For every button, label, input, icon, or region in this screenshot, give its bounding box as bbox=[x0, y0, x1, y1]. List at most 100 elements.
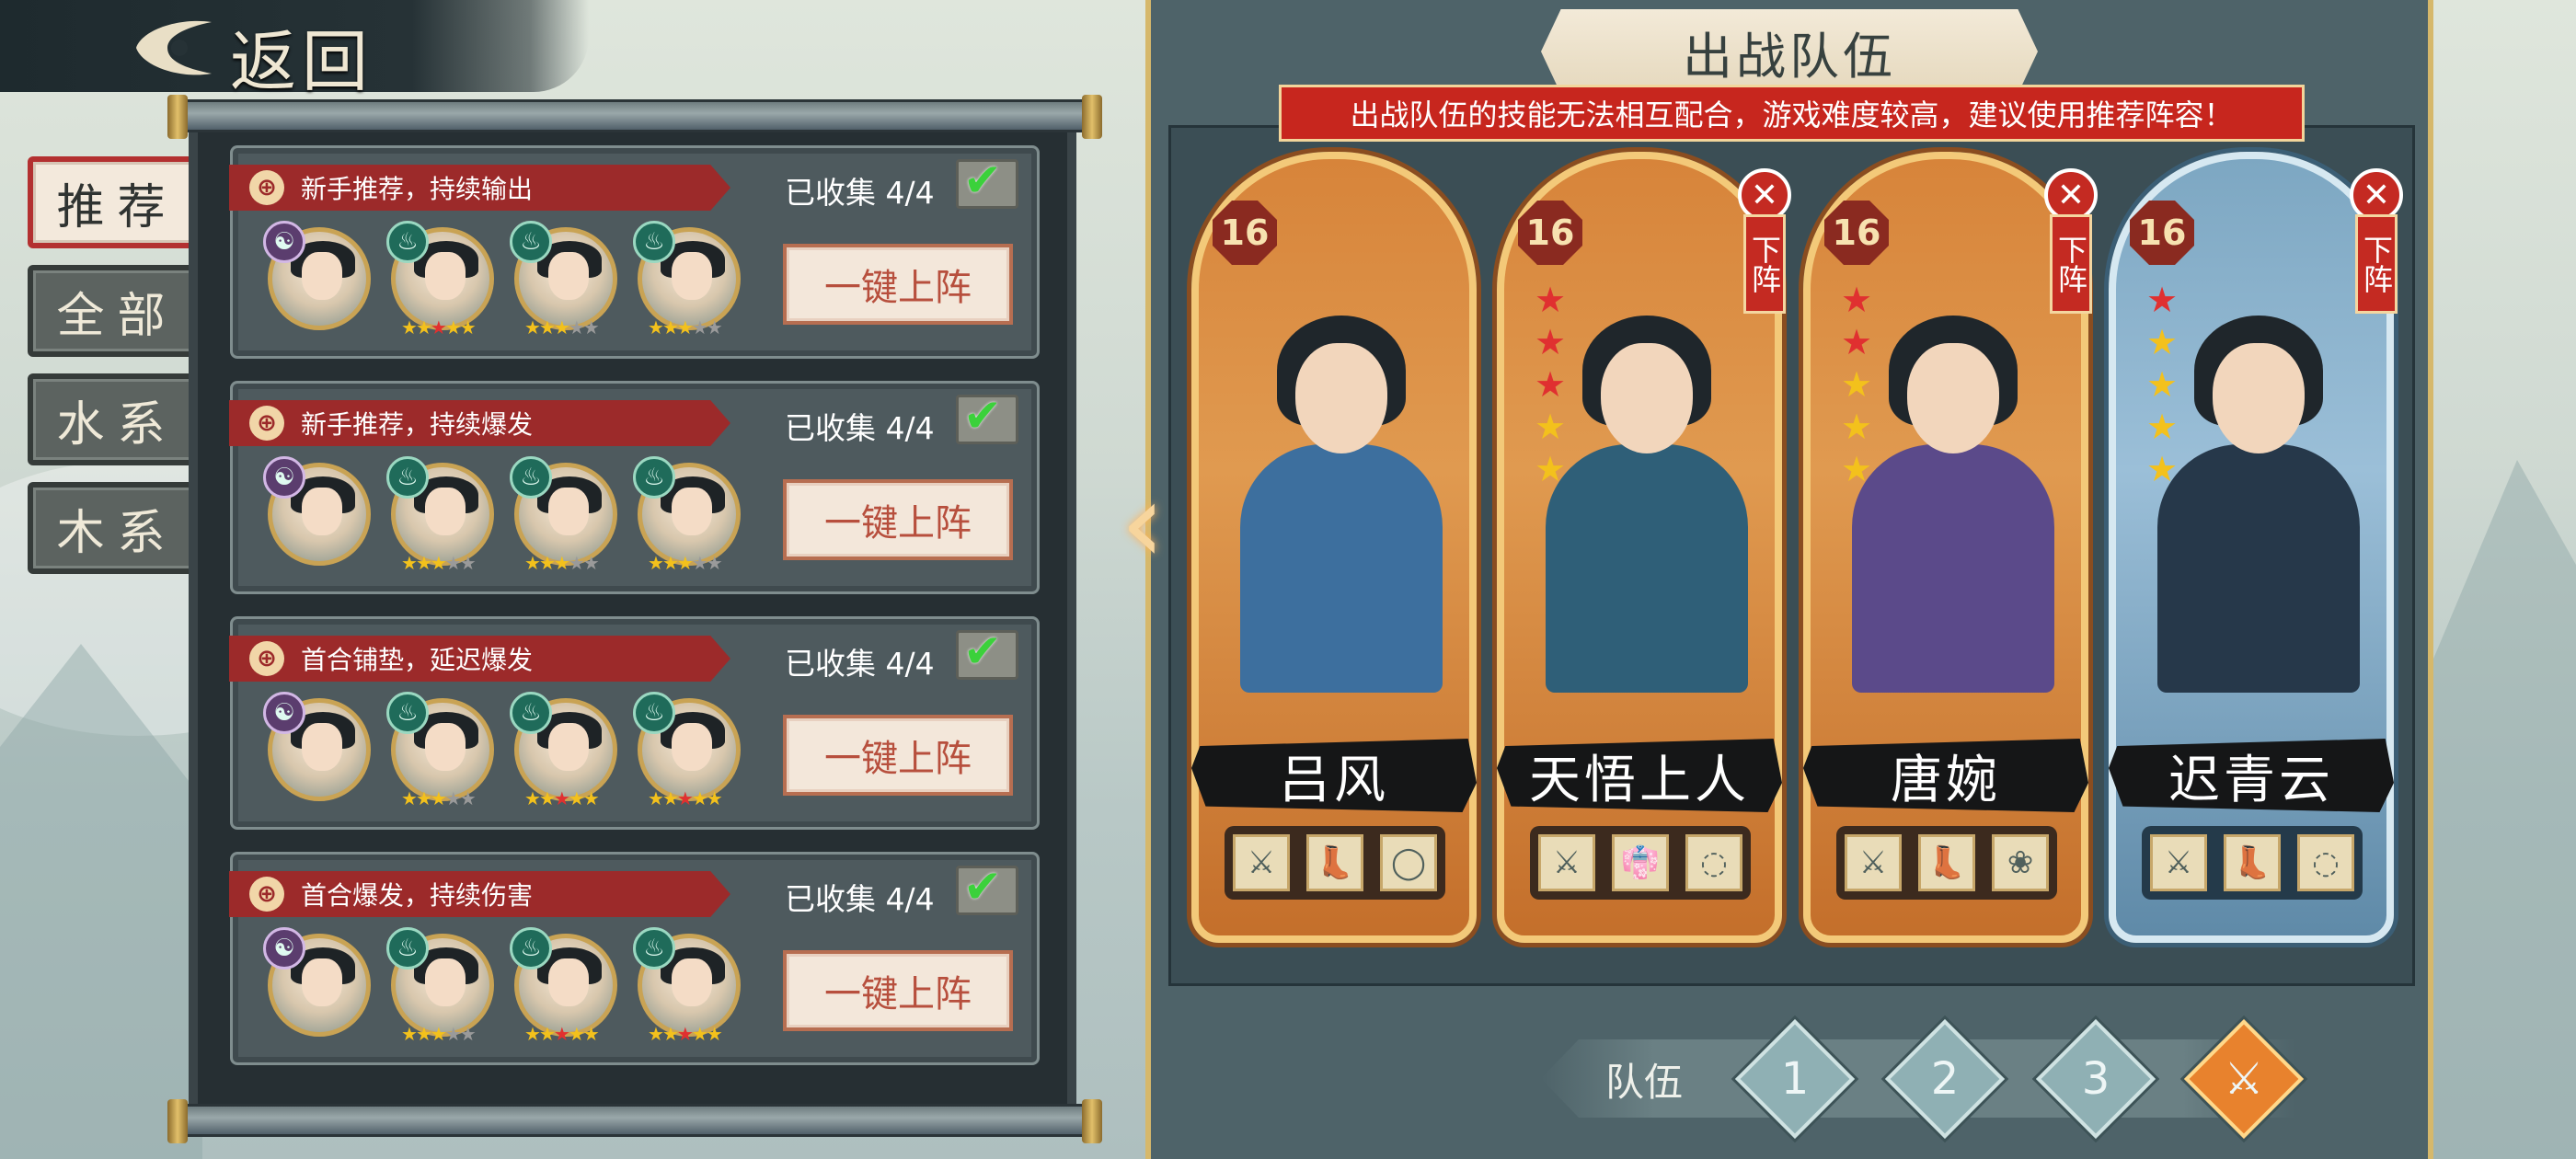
remove-hero-button[interactable]: 下阵 bbox=[2050, 214, 2092, 314]
collected-count: 已收集 4/4 bbox=[785, 881, 935, 917]
equipment-slot[interactable]: ◌ bbox=[1685, 834, 1742, 891]
collapse-arrow-icon[interactable]: ‹ bbox=[1121, 469, 1176, 580]
avatar-face bbox=[302, 723, 342, 771]
hero-avatar[interactable]: ♨ ★★★★★ bbox=[633, 456, 741, 574]
star-icon: ★ bbox=[524, 1023, 541, 1045]
zoom-in-icon[interactable]: ⊕ bbox=[249, 877, 284, 912]
equipment-slot[interactable]: ⚔ bbox=[2150, 834, 2207, 891]
star-icon: ★ bbox=[568, 787, 585, 809]
equipment-slot[interactable]: 👢 bbox=[1918, 834, 1975, 891]
hero-card[interactable]: 16 吕风 ⚔ 👢 ◯ bbox=[1191, 152, 1477, 943]
deploy-button[interactable]: 一键上阵 bbox=[783, 479, 1013, 560]
equipment-slot[interactable]: ⚔ bbox=[1538, 834, 1595, 891]
star-icon: ★ bbox=[1840, 364, 1873, 405]
water-element-icon: ♨ bbox=[386, 221, 429, 263]
remove-hero-button[interactable]: 下阵 bbox=[2355, 214, 2398, 314]
deploy-button[interactable]: 一键上阵 bbox=[783, 950, 1013, 1031]
hero-name: 天悟上人 bbox=[1497, 739, 1782, 812]
star-icon: ★ bbox=[706, 316, 723, 339]
hero-avatar[interactable]: ♨ ★★★★★ bbox=[633, 927, 741, 1045]
star-icon: ★ bbox=[1534, 449, 1567, 489]
star-icon: ★ bbox=[415, 316, 432, 339]
scroll-rod-bottom bbox=[167, 1099, 1102, 1143]
zoom-in-icon[interactable]: ⊕ bbox=[249, 170, 284, 205]
star-rating: ★★★★★ bbox=[524, 787, 600, 809]
level-badge: 16 bbox=[1518, 201, 1582, 265]
equipment-slot[interactable]: ◌ bbox=[2297, 834, 2354, 891]
avatar-face bbox=[425, 958, 466, 1006]
scroll-rod-top bbox=[167, 95, 1102, 139]
tab-water[interactable]: 水系 bbox=[28, 373, 207, 465]
equipment-slot[interactable]: ❀ bbox=[1992, 834, 2049, 891]
star-icon: ★ bbox=[661, 552, 679, 574]
tab-wood[interactable]: 木系 bbox=[28, 482, 207, 574]
star-icon: ★ bbox=[676, 787, 694, 809]
hero-card[interactable]: 16 ★ ★ ★ ★ ★ ✕ 下阵 迟青云 ⚔ 👢 ◌ bbox=[2109, 152, 2403, 943]
rod-cap bbox=[1082, 95, 1102, 139]
star-icon: ★ bbox=[401, 1023, 418, 1045]
star-icon: ★ bbox=[553, 1023, 570, 1045]
team-title-banner: 出战队伍 bbox=[1541, 9, 2038, 94]
hero-card[interactable]: 16 ★ ★ ★ ★ ★ ✕ 下阵 天悟上人 ⚔ 👘 ◌ bbox=[1497, 152, 1791, 943]
back-bar[interactable]: 返回 bbox=[0, 0, 589, 100]
check-icon: ✔ bbox=[963, 154, 1002, 207]
equipment-slot[interactable]: ⚔ bbox=[1233, 834, 1290, 891]
avatar-face bbox=[548, 252, 589, 300]
equipment-slot[interactable]: 👘 bbox=[1612, 834, 1669, 891]
tab-recommended[interactable]: 推荐 bbox=[28, 156, 207, 248]
hero-avatar[interactable]: ♨ ★★★★★ bbox=[386, 456, 494, 574]
star-icon: ★ bbox=[2145, 322, 2179, 362]
hero-avatar[interactable]: ♨ ★★★★★ bbox=[510, 221, 617, 339]
check-icon: ✔ bbox=[963, 389, 1002, 442]
star-icon: ★ bbox=[706, 552, 723, 574]
star-icon: ★ bbox=[430, 316, 447, 339]
hero-avatar[interactable]: ☯ bbox=[263, 221, 371, 330]
star-icon: ★ bbox=[648, 787, 664, 809]
hero-card[interactable]: 16 ★ ★ ★ ★ ★ ✕ 下阵 唐婉 ⚔ 👢 ❀ bbox=[1803, 152, 2098, 943]
hero-avatar[interactable]: ☯ bbox=[263, 927, 371, 1037]
level-badge: 16 bbox=[1213, 201, 1277, 265]
star-icon: ★ bbox=[401, 316, 418, 339]
star-rating: ★★★★★ bbox=[524, 1023, 600, 1045]
hero-avatar[interactable]: ♨ ★★★★★ bbox=[510, 456, 617, 574]
hero-avatar[interactable]: ♨ ★★★★★ bbox=[510, 692, 617, 809]
star-icon: ★ bbox=[459, 552, 477, 574]
star-icon: ★ bbox=[444, 787, 462, 809]
hero-avatar[interactable]: ♨ ★★★★★ bbox=[386, 692, 494, 809]
star-icon: ★ bbox=[524, 552, 541, 574]
tab-all[interactable]: 全部 bbox=[28, 265, 207, 357]
hero-avatar[interactable]: ♨ ★★★★★ bbox=[386, 221, 494, 339]
water-element-icon: ♨ bbox=[633, 456, 675, 499]
deploy-button[interactable]: 一键上阵 bbox=[783, 715, 1013, 796]
remove-hero-button[interactable]: 下阵 bbox=[1743, 214, 1786, 314]
equipment-slot[interactable]: 👢 bbox=[1306, 834, 1363, 891]
equipment-slot[interactable]: ⚔ bbox=[1845, 834, 1902, 891]
zoom-in-icon[interactable]: ⊕ bbox=[249, 641, 284, 676]
equipment-slot[interactable]: ◯ bbox=[1380, 834, 1437, 891]
star-icon: ★ bbox=[415, 787, 432, 809]
lineup-card: ⊕ 新手推荐，持续输出 已收集 4/4 ✔ 一键上阵 ☯ ♨ ★★★★★ ♨ ★… bbox=[229, 145, 1040, 359]
star-icon: ★ bbox=[691, 316, 708, 339]
avatar-face bbox=[425, 488, 466, 535]
avatar-face bbox=[302, 488, 342, 535]
hero-avatar[interactable]: ♨ ★★★★★ bbox=[633, 221, 741, 339]
star-icon: ★ bbox=[1840, 449, 1873, 489]
equipment-slot[interactable]: 👢 bbox=[2224, 834, 2281, 891]
hero-avatar[interactable]: ♨ ★★★★★ bbox=[386, 927, 494, 1045]
collected-count: 已收集 4/4 bbox=[785, 175, 935, 211]
star-icon: ★ bbox=[691, 552, 708, 574]
hero-avatar[interactable]: ♨ ★★★★★ bbox=[633, 692, 741, 809]
deploy-button[interactable]: 一键上阵 bbox=[783, 244, 1013, 325]
star-icon: ★ bbox=[661, 787, 679, 809]
hero-avatar[interactable]: ♨ ★★★★★ bbox=[510, 927, 617, 1045]
star-rating: ★★★★★ bbox=[524, 316, 600, 339]
collected-count: 已收集 4/4 bbox=[785, 646, 935, 682]
star-icon: ★ bbox=[2145, 449, 2179, 489]
star-icon: ★ bbox=[538, 1023, 556, 1045]
hero-avatar[interactable]: ☯ bbox=[263, 456, 371, 566]
star-icon: ★ bbox=[2145, 364, 2179, 405]
rod-cap bbox=[167, 95, 188, 139]
star-icon: ★ bbox=[1534, 407, 1567, 447]
hero-avatar[interactable]: ☯ bbox=[263, 692, 371, 801]
zoom-in-icon[interactable]: ⊕ bbox=[249, 406, 284, 441]
